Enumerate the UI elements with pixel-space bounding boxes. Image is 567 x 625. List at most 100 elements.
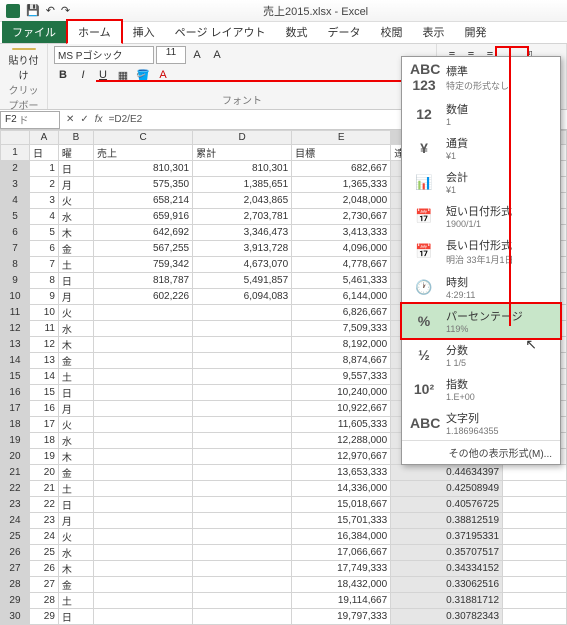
row-header[interactable]: 12: [1, 321, 30, 337]
cancel-icon[interactable]: ✕: [66, 114, 74, 125]
row-header[interactable]: 22: [1, 481, 30, 497]
cell[interactable]: 8,192,000: [292, 337, 391, 353]
number-format-item[interactable]: 10² 指数 1.E+00: [402, 372, 560, 406]
number-format-item[interactable]: % パーセンテージ 119%: [400, 302, 562, 340]
cell[interactable]: 日: [29, 145, 58, 161]
col-header-A[interactable]: A: [29, 131, 58, 145]
cell[interactable]: 6,144,000: [292, 289, 391, 305]
increase-font-icon[interactable]: A: [188, 46, 206, 64]
cell[interactable]: 木: [58, 449, 93, 465]
cell[interactable]: [94, 305, 193, 321]
cell[interactable]: [193, 545, 292, 561]
cell[interactable]: 日: [58, 161, 93, 177]
cell[interactable]: 23: [29, 513, 58, 529]
cell[interactable]: [94, 353, 193, 369]
cell[interactable]: [503, 481, 567, 497]
cell[interactable]: 金: [58, 353, 93, 369]
cell[interactable]: [94, 465, 193, 481]
row-header[interactable]: 29: [1, 593, 30, 609]
row-header[interactable]: 30: [1, 609, 30, 625]
cell[interactable]: 2,048,000: [292, 193, 391, 209]
cell[interactable]: 14: [29, 369, 58, 385]
cell[interactable]: 17,749,333: [292, 561, 391, 577]
number-format-item[interactable]: 🕐 時刻 4:29:11: [402, 270, 560, 304]
cell[interactable]: 659,916: [94, 209, 193, 225]
cell[interactable]: [193, 593, 292, 609]
cell[interactable]: 3,413,333: [292, 225, 391, 241]
number-format-item[interactable]: 📊 会計 ¥1: [402, 165, 560, 199]
cell[interactable]: 日: [58, 609, 93, 625]
tab-formulas[interactable]: 数式: [276, 21, 318, 43]
cell[interactable]: 642,692: [94, 225, 193, 241]
cell[interactable]: 目標: [292, 145, 391, 161]
cell[interactable]: [503, 545, 567, 561]
fx-icon[interactable]: fx: [95, 114, 103, 125]
cell[interactable]: 28: [29, 593, 58, 609]
cell-selected[interactable]: 0.33062516: [391, 577, 503, 593]
cell[interactable]: 10: [29, 305, 58, 321]
paste-icon[interactable]: [12, 48, 36, 50]
cell[interactable]: [94, 577, 193, 593]
cell[interactable]: 13: [29, 353, 58, 369]
row-header[interactable]: 25: [1, 529, 30, 545]
cell[interactable]: 19: [29, 449, 58, 465]
cell[interactable]: 12,970,667: [292, 449, 391, 465]
cell[interactable]: 21: [29, 481, 58, 497]
number-format-item[interactable]: ABC 123 標準 特定の形式なし: [402, 57, 560, 97]
cell[interactable]: 10,240,000: [292, 385, 391, 401]
cell-selected[interactable]: 0.34334152: [391, 561, 503, 577]
tab-pagelayout[interactable]: ページ レイアウト: [165, 21, 276, 43]
cell[interactable]: [193, 417, 292, 433]
cell[interactable]: [503, 561, 567, 577]
cell[interactable]: [503, 513, 567, 529]
cell[interactable]: [503, 529, 567, 545]
cell[interactable]: 2,043,865: [193, 193, 292, 209]
cell[interactable]: [94, 401, 193, 417]
cell[interactable]: [193, 433, 292, 449]
cell[interactable]: [94, 321, 193, 337]
tab-file[interactable]: ファイル: [2, 21, 66, 43]
cell-selected[interactable]: 0.35707517: [391, 545, 503, 561]
cell[interactable]: 12: [29, 337, 58, 353]
cell[interactable]: 11,605,333: [292, 417, 391, 433]
cell[interactable]: 12,288,000: [292, 433, 391, 449]
cell-selected[interactable]: 0.44634397: [391, 465, 503, 481]
cell[interactable]: 6,826,667: [292, 305, 391, 321]
cell[interactable]: 682,667: [292, 161, 391, 177]
redo-icon[interactable]: ↷: [61, 4, 70, 17]
cell[interactable]: 602,226: [94, 289, 193, 305]
cell[interactable]: 日: [58, 497, 93, 513]
cell[interactable]: 土: [58, 257, 93, 273]
cell[interactable]: 水: [58, 209, 93, 225]
cell[interactable]: 18: [29, 433, 58, 449]
cell[interactable]: 575,350: [94, 177, 193, 193]
enter-icon[interactable]: ✓: [80, 114, 88, 125]
row-header[interactable]: 16: [1, 385, 30, 401]
tab-developer[interactable]: 開発: [455, 21, 497, 43]
cell[interactable]: 水: [58, 433, 93, 449]
cell[interactable]: 8,874,667: [292, 353, 391, 369]
bold-button[interactable]: B: [54, 66, 72, 84]
cell[interactable]: 4,096,000: [292, 241, 391, 257]
cell[interactable]: 累計: [193, 145, 292, 161]
cell[interactable]: [193, 353, 292, 369]
tab-insert[interactable]: 挿入: [123, 21, 165, 43]
row-header[interactable]: 26: [1, 545, 30, 561]
cell[interactable]: 3,346,473: [193, 225, 292, 241]
cell[interactable]: 17,066,667: [292, 545, 391, 561]
row-header[interactable]: 4: [1, 193, 30, 209]
cell[interactable]: 木: [58, 337, 93, 353]
cell[interactable]: 木: [58, 225, 93, 241]
cell[interactable]: 15,018,667: [292, 497, 391, 513]
row-header[interactable]: 2: [1, 161, 30, 177]
cell[interactable]: 13,653,333: [292, 465, 391, 481]
cell[interactable]: 810,301: [193, 161, 292, 177]
cell[interactable]: 2,730,667: [292, 209, 391, 225]
cell[interactable]: 日: [58, 273, 93, 289]
font-size-select[interactable]: 11: [156, 46, 186, 64]
cell[interactable]: 20: [29, 465, 58, 481]
cell[interactable]: 16: [29, 401, 58, 417]
cell[interactable]: [94, 593, 193, 609]
cell[interactable]: 759,342: [94, 257, 193, 273]
number-format-item[interactable]: ¥ 通貨 ¥1: [402, 131, 560, 165]
